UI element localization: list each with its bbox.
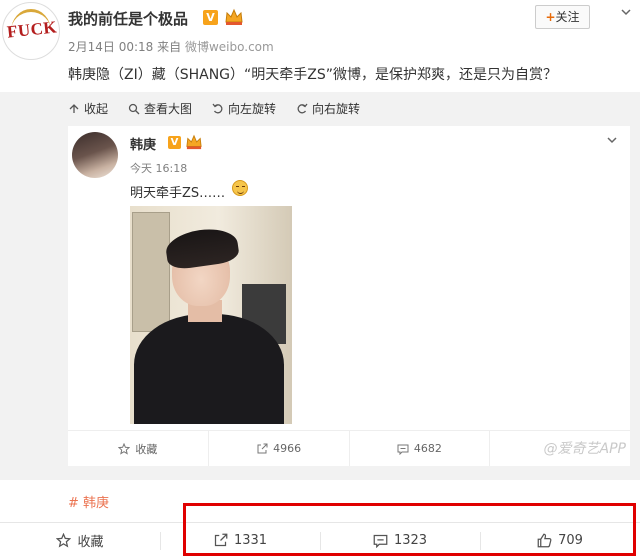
like-button[interactable]: 709 — [480, 523, 640, 557]
user-avatar[interactable]: FUCK — [2, 2, 60, 60]
rotate-left-button[interactable]: 向左旋转 — [212, 100, 276, 117]
source-prefix: 来自 — [157, 40, 182, 54]
share-icon — [257, 443, 268, 453]
crown-icon — [186, 134, 202, 150]
photo-door — [132, 212, 170, 332]
chevron-down-icon[interactable] — [620, 6, 632, 18]
post-username[interactable]: 我的前任是个极品 — [68, 8, 188, 29]
comment-icon — [397, 444, 409, 455]
rotate-right-button[interactable]: 向右旋转 — [296, 100, 360, 117]
collapse-icon — [69, 103, 79, 113]
iqiyi-watermark: @爱奇艺APP — [543, 441, 626, 457]
expanded-media-area: 收起 查看大图 向左旋转 向右旋转 韩庚 V 今天 16:18 明天牵手ZS…… — [0, 92, 640, 480]
repost-username[interactable]: 韩庚 — [130, 134, 156, 153]
star-icon — [56, 532, 72, 548]
repost-user-avatar[interactable] — [72, 132, 118, 178]
smirk-emoji-icon — [232, 180, 248, 196]
reposted-card: 韩庚 V 今天 16:18 明天牵手ZS…… 收藏 4966 4682 — [68, 126, 630, 466]
share-button[interactable]: 1331 — [160, 523, 320, 557]
star-icon — [118, 442, 131, 455]
rotate-left-icon — [212, 103, 223, 113]
repost-time[interactable]: 今天 16:18 — [130, 160, 187, 176]
share-count: 1331 — [233, 532, 268, 548]
repost-text: 明天牵手ZS…… — [130, 186, 226, 201]
repost-share-count: 4966 — [273, 442, 302, 455]
repost-favorite-label: 收藏 — [135, 442, 158, 456]
favorite-label: 收藏 — [77, 534, 104, 550]
topic-tag[interactable]: # 韩庚 — [68, 492, 109, 511]
photo-shirt — [134, 314, 284, 424]
comment-icon — [373, 534, 388, 548]
repost-share-button[interactable]: 4966 — [209, 431, 350, 466]
comment-button[interactable]: 1323 — [320, 523, 480, 557]
follow-button[interactable]: +关注 — [535, 5, 590, 29]
collapse-label: 收起 — [84, 102, 109, 116]
plus-icon: + — [545, 10, 556, 24]
view-large-label: 查看大图 — [144, 102, 193, 116]
vip-badge-icon: V — [203, 10, 218, 25]
post-source[interactable]: 微博weibo.com — [185, 40, 274, 54]
repost-comment-count: 4682 — [413, 442, 442, 455]
rotate-right-icon — [297, 103, 308, 113]
repost-photo[interactable] — [130, 206, 292, 424]
chevron-down-icon[interactable] — [606, 134, 618, 146]
share-icon — [214, 533, 228, 546]
vip-badge-icon: V — [168, 136, 181, 149]
like-count: 709 — [558, 532, 583, 548]
post-action-bar: 收藏 1331 1323 709 — [0, 522, 640, 557]
post-headline: 韩庚隐（ZI）藏（SHANG）“明天牵手ZS”微博，是保护郑爽，还是只为自赏？ — [68, 67, 558, 83]
post-date[interactable]: 2月14日 00:18 — [68, 40, 153, 54]
search-icon — [128, 103, 140, 114]
collapse-button[interactable]: 收起 — [68, 100, 108, 117]
rotate-left-label: 向左旋转 — [228, 102, 277, 116]
post-meta: 2月14日 00:18 来自 微博weibo.com — [68, 38, 274, 55]
repost-comment-button[interactable]: 4682 — [350, 431, 491, 466]
avatar-text: FUCK — [6, 17, 58, 42]
rotate-right-label: 向右旋转 — [312, 102, 361, 116]
crown-icon — [225, 8, 243, 25]
image-toolbar: 收起 查看大图 向左旋转 向右旋转 — [68, 100, 360, 117]
thumbs-up-icon — [537, 533, 552, 547]
favorite-button[interactable]: 收藏 — [0, 523, 160, 557]
comment-count: 1323 — [393, 532, 428, 548]
view-large-button[interactable]: 查看大图 — [128, 100, 192, 117]
repost-favorite-button[interactable]: 收藏 — [68, 431, 209, 466]
follow-label: 关注 — [555, 10, 580, 24]
